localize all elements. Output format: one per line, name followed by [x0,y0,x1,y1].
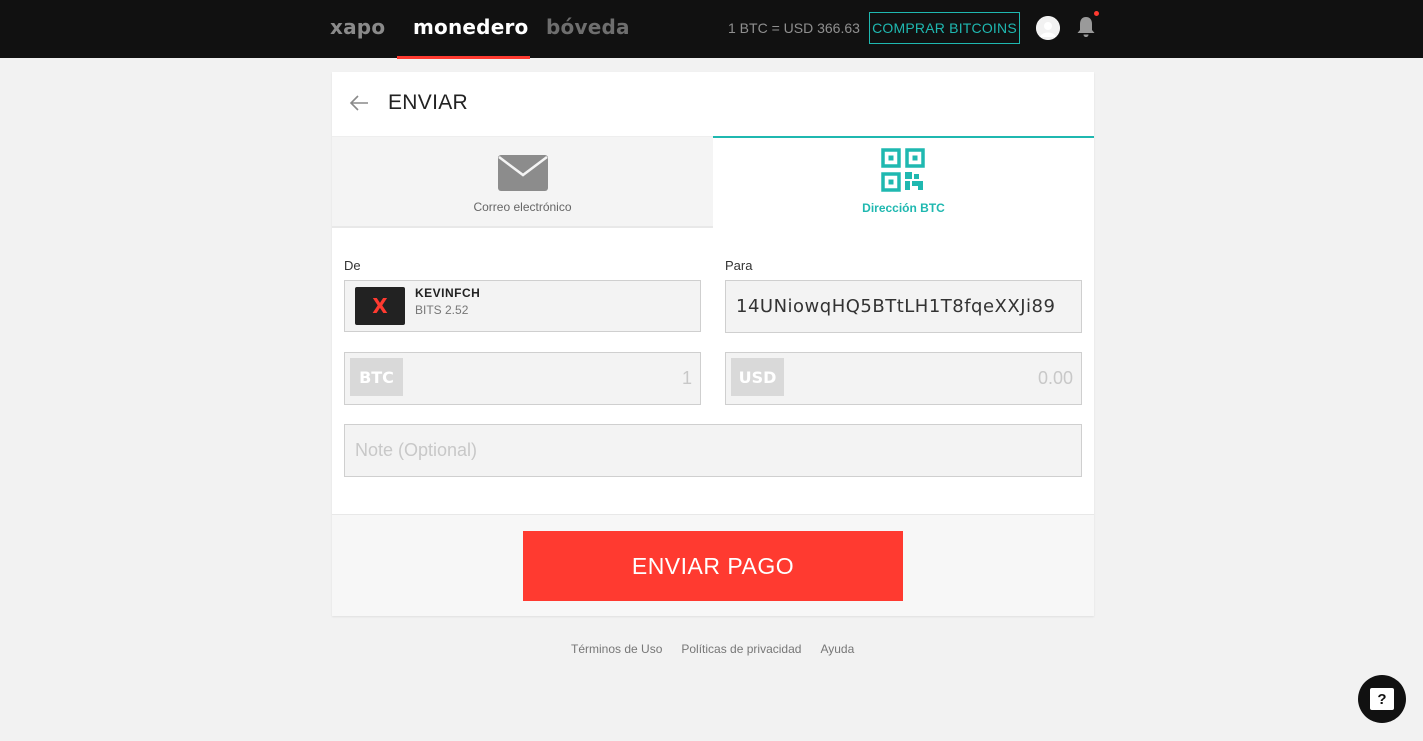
send-method-tabs: Correo electrónico Dirección BTC [332,136,1094,228]
avatar[interactable] [1036,16,1060,40]
help-chat-button[interactable]: ? [1358,675,1406,723]
usd-currency-tag: USD [731,358,784,396]
privacy-link[interactable]: Políticas de privacidad [681,642,801,656]
bell-icon[interactable] [1075,15,1097,39]
card-footer: ENVIAR PAGO [332,514,1094,616]
nav-active-underline [397,56,530,59]
xapo-logo-icon: X [355,287,405,325]
page-title: ENVIAR [388,91,468,114]
help-chat-icon: ? [1370,688,1394,710]
tab-email-label: Correo electrónico [473,200,572,214]
send-card: ENVIAR Correo electrónico Dirección BTC … [332,72,1094,616]
nav-boveda-link[interactable]: bóveda [546,15,630,39]
btc-amount-input[interactable] [407,353,692,404]
card-header: ENVIAR [332,72,1094,136]
tab-btc-address[interactable]: Dirección BTC [713,136,1094,228]
from-account-name: KEVINFCH [415,286,481,300]
send-payment-button[interactable]: ENVIAR PAGO [523,531,903,601]
terms-link[interactable]: Términos de Uso [571,642,662,656]
qr-code-icon [881,148,925,192]
tab-email[interactable]: Correo electrónico [332,136,713,228]
btc-currency-tag: BTC [350,358,403,396]
btc-rate: 1 BTC = USD 366.63 [728,20,860,36]
help-link[interactable]: Ayuda [820,642,854,656]
btc-amount-field: BTC [344,352,701,405]
buy-bitcoins-button[interactable]: COMPRAR BITCOINS [869,12,1020,44]
usd-amount-field: USD [725,352,1082,405]
notification-dot [1094,11,1099,16]
to-address-field [725,280,1082,333]
nav-xapo-link[interactable]: xapo [330,15,385,39]
from-account-selector[interactable]: X KEVINFCH BITS 2.52 [344,280,701,332]
back-arrow-icon[interactable] [348,92,370,114]
tab-btc-label: Dirección BTC [862,201,945,215]
to-label: Para [725,258,753,273]
note-input[interactable] [345,425,1081,476]
envelope-icon [498,155,548,191]
usd-amount-input[interactable] [788,353,1073,404]
btc-address-input[interactable] [726,281,1081,332]
from-account-balance: BITS 2.52 [415,303,469,317]
note-field [344,424,1082,477]
top-navbar: xapo monedero bóveda 1 BTC = USD 366.63 … [0,0,1423,58]
user-icon [1036,16,1060,40]
from-label: De [344,258,361,273]
nav-monedero-link[interactable]: monedero [413,15,528,39]
